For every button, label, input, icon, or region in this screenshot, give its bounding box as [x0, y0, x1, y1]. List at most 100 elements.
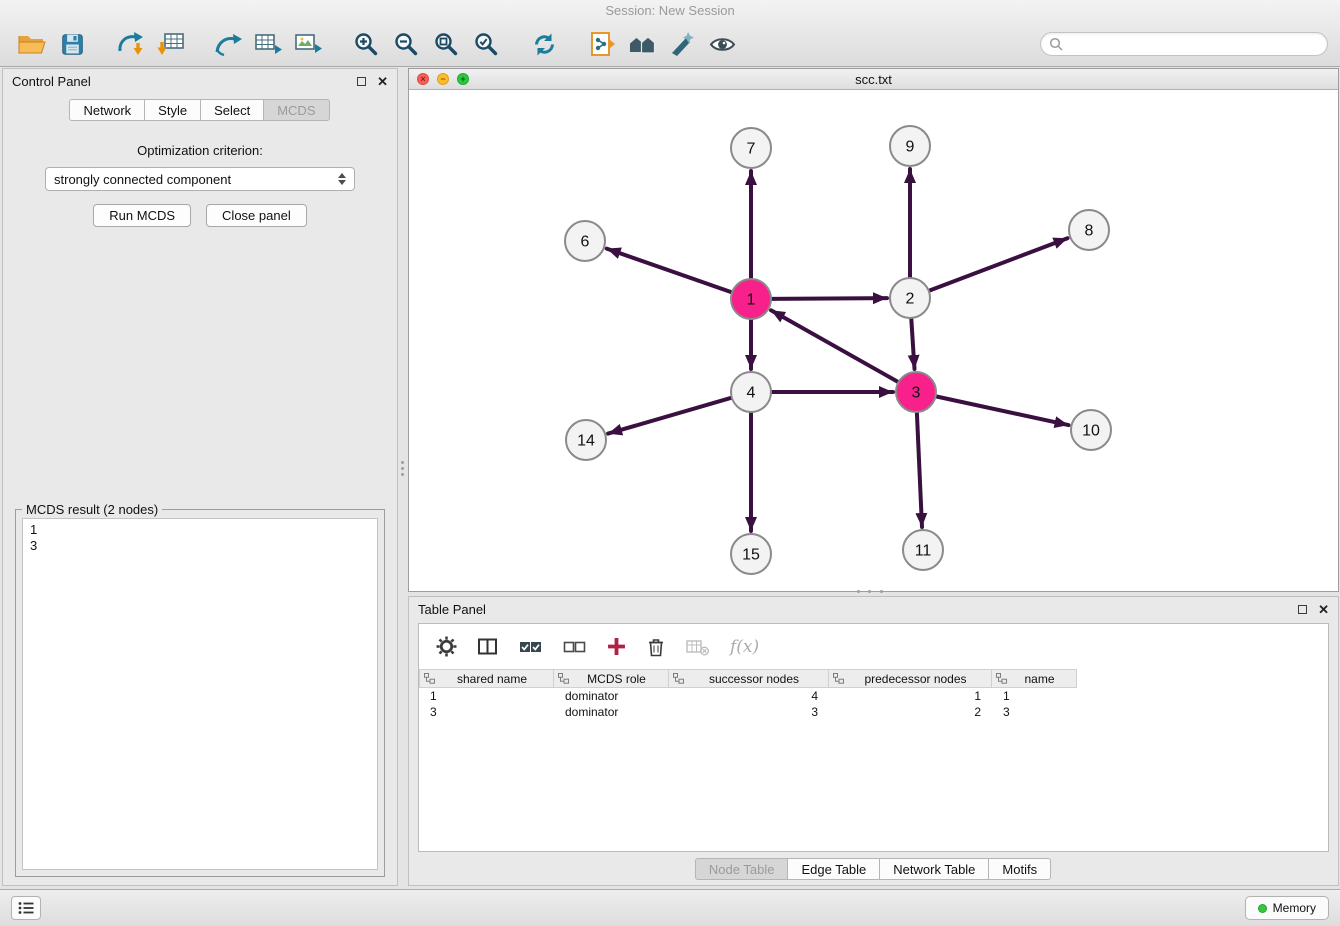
close-panel-button[interactable]: Close panel [206, 204, 307, 227]
close-panel-icon[interactable]: ✕ [1318, 605, 1329, 614]
column-header-shared-name[interactable]: shared name [419, 669, 554, 688]
node-4[interactable]: 4 [731, 372, 771, 412]
float-panel-icon[interactable] [1298, 605, 1307, 614]
edge-2-3[interactable] [911, 319, 914, 369]
tab-network[interactable]: Network [69, 99, 145, 121]
column-header-predecessor-nodes[interactable]: predecessor nodes [829, 669, 992, 688]
export-table-button[interactable] [248, 25, 288, 63]
run-mcds-button[interactable]: Run MCDS [93, 204, 191, 227]
node-15[interactable]: 15 [731, 534, 771, 574]
node-7[interactable]: 7 [731, 128, 771, 168]
edge-2-8[interactable] [930, 238, 1068, 290]
close-window-icon[interactable]: × [417, 73, 429, 85]
criterion-dropdown[interactable]: strongly connected component [45, 167, 355, 191]
node-8[interactable]: 8 [1069, 210, 1109, 250]
export-image-button[interactable] [288, 25, 328, 63]
window-titlebar[interactable]: Session: New Session [0, 0, 1340, 22]
table-body: 1dominator4113dominator323 [419, 688, 1328, 720]
save-icon [60, 32, 85, 57]
edge-3-11[interactable] [917, 413, 922, 527]
home-button[interactable] [622, 25, 662, 63]
column-header-mcds-role[interactable]: MCDS role [554, 669, 669, 688]
network-window-titlebar[interactable]: × − + scc.txt [409, 69, 1338, 90]
show-overview-button[interactable] [702, 25, 742, 63]
table-row[interactable]: 1dominator411 [419, 688, 1328, 704]
tab-mcds[interactable]: MCDS [263, 99, 329, 121]
import-table-icon [156, 31, 185, 58]
table-toolbar: f(x) [419, 624, 1328, 669]
mcds-result-list[interactable]: 13 [22, 518, 378, 870]
zoom-selected-button[interactable] [466, 25, 506, 63]
close-panel-icon[interactable]: ✕ [377, 77, 388, 86]
network-graph[interactable]: 7 9 6 8 1 2 4 3 14 10 15 11 [409, 90, 1338, 591]
table-cell[interactable]: 4 [669, 689, 829, 703]
open-session-button[interactable] [12, 25, 52, 63]
float-panel-icon[interactable] [357, 77, 366, 86]
table-cell[interactable]: 1 [419, 689, 554, 703]
delete-column-button[interactable] [647, 637, 665, 657]
memory-button[interactable]: Memory [1245, 896, 1329, 920]
edge-1-2[interactable] [772, 298, 887, 299]
tab-motifs[interactable]: Motifs [988, 858, 1051, 880]
splitter-handle[interactable] [855, 588, 885, 594]
node-label: 10 [1082, 423, 1100, 440]
tab-node-table[interactable]: Node Table [695, 858, 789, 880]
status-bar: Memory [0, 889, 1340, 926]
zoom-in-button[interactable] [346, 25, 386, 63]
first-neighbors-button[interactable] [582, 25, 622, 63]
save-session-button[interactable] [52, 25, 92, 63]
table-cell[interactable]: 1 [992, 689, 1077, 703]
node-label: 1 [747, 292, 756, 309]
export-network-button[interactable] [208, 25, 248, 63]
edge-1-6[interactable] [607, 249, 732, 293]
table-cell[interactable]: 3 [669, 705, 829, 719]
table-cell[interactable]: dominator [554, 705, 669, 719]
search-box[interactable] [1040, 32, 1328, 56]
node-9[interactable]: 9 [890, 126, 930, 166]
node-1[interactable]: 1 [731, 279, 771, 319]
node-11[interactable]: 11 [903, 530, 943, 570]
gear-icon [436, 636, 457, 657]
table-row[interactable]: 3dominator323 [419, 704, 1328, 720]
minimize-window-icon[interactable]: − [437, 73, 449, 85]
add-column-button[interactable] [607, 637, 626, 656]
table-cell[interactable]: 3 [992, 705, 1077, 719]
table-cell[interactable]: 2 [829, 705, 992, 719]
zoom-fit-button[interactable] [426, 25, 466, 63]
list-icon [17, 899, 35, 917]
table-cell[interactable]: 1 [829, 689, 992, 703]
edge-4-14[interactable] [608, 398, 731, 434]
edge-3-10[interactable] [937, 397, 1069, 426]
node-14[interactable]: 14 [566, 420, 606, 460]
tab-style[interactable]: Style [144, 99, 201, 121]
select-all-button[interactable] [519, 640, 542, 654]
splitter-handle[interactable] [399, 458, 405, 484]
node-6[interactable]: 6 [565, 221, 605, 261]
refresh-button[interactable] [524, 25, 564, 63]
apply-style-button[interactable] [662, 25, 702, 63]
tab-select[interactable]: Select [200, 99, 264, 121]
table-cell[interactable]: dominator [554, 689, 669, 703]
network-canvas[interactable]: 7 9 6 8 1 2 4 3 14 10 15 11 [409, 90, 1338, 591]
zoom-out-button[interactable] [386, 25, 426, 63]
search-input[interactable] [1067, 37, 1319, 52]
edge-3-1[interactable] [771, 310, 898, 381]
node-10[interactable]: 10 [1071, 410, 1111, 450]
import-network-button[interactable] [110, 25, 150, 63]
node-2[interactable]: 2 [890, 278, 930, 318]
delete-table-button[interactable] [686, 638, 709, 656]
column-header-successor-nodes[interactable]: successor nodes [669, 669, 829, 688]
dropdown-stepper-icon [338, 173, 346, 185]
tab-network-table[interactable]: Network Table [879, 858, 989, 880]
import-table-button[interactable] [150, 25, 190, 63]
split-view-button[interactable] [478, 638, 498, 656]
function-builder-button[interactable]: f(x) [730, 637, 759, 657]
column-header-name[interactable]: name [992, 669, 1077, 688]
zoom-window-icon[interactable]: + [457, 73, 469, 85]
unselect-all-button[interactable] [563, 640, 586, 654]
panel-chooser-button[interactable] [11, 896, 41, 920]
table-cell[interactable]: 3 [419, 705, 554, 719]
node-3[interactable]: 3 [896, 372, 936, 412]
tab-edge-table[interactable]: Edge Table [787, 858, 880, 880]
table-settings-button[interactable] [436, 636, 457, 657]
